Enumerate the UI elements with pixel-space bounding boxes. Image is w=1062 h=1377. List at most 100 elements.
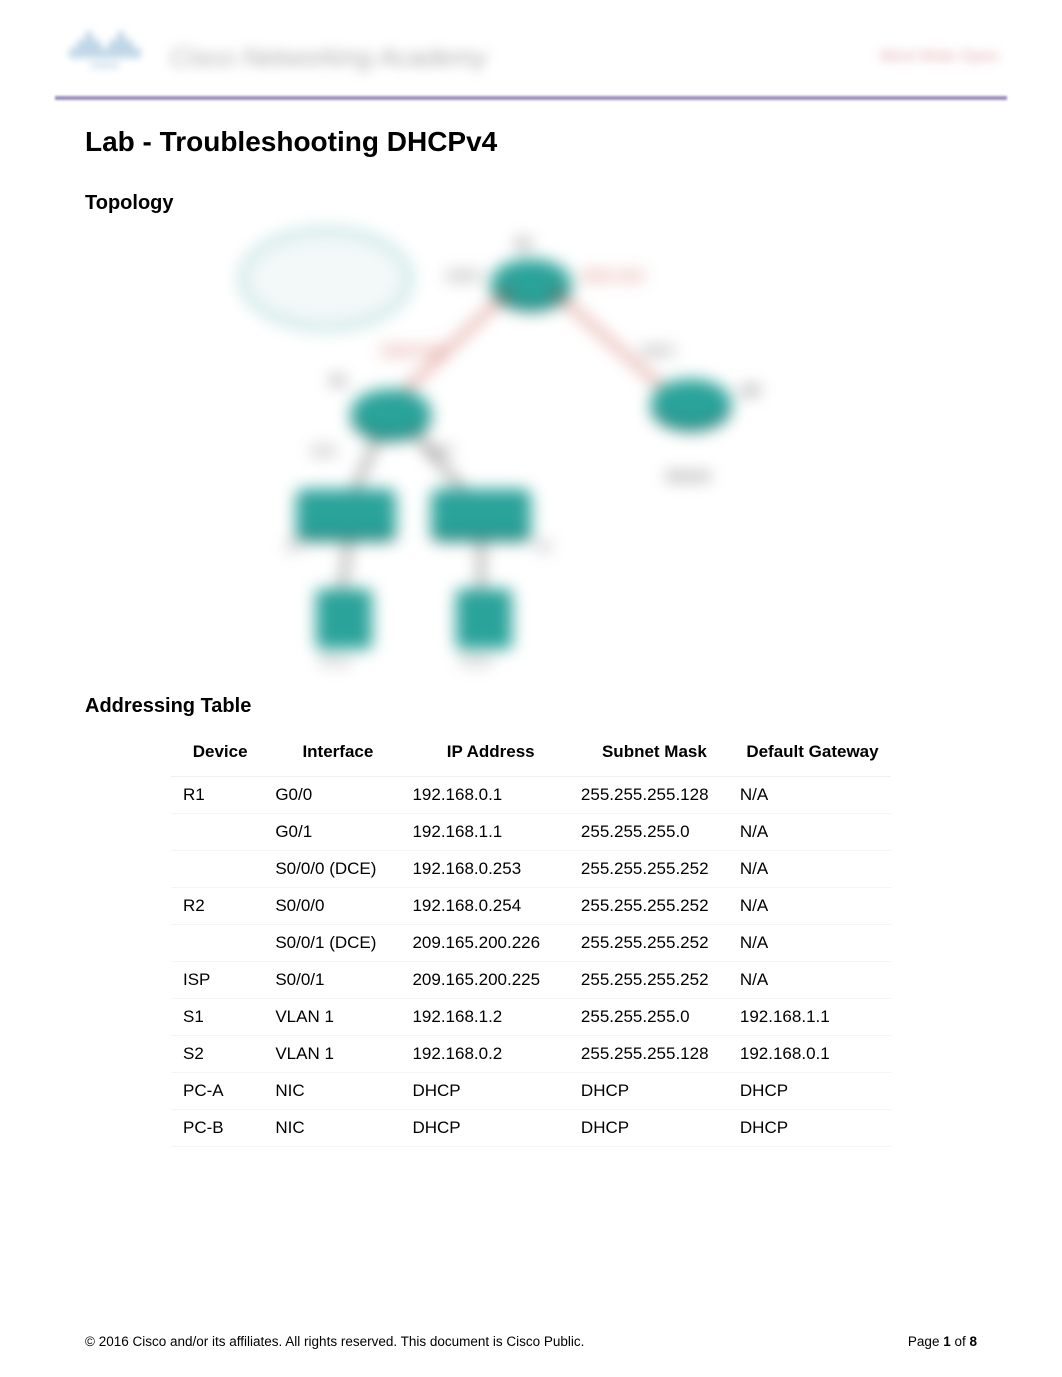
cell-mask: 255.255.255.0: [575, 814, 734, 851]
cell-gw: N/A: [734, 962, 891, 999]
switch-s1-icon: [296, 489, 396, 535]
cell-ip: 192.168.0.254: [406, 888, 574, 925]
cell-mask: 255.255.255.252: [575, 925, 734, 962]
cell-device: [171, 814, 269, 851]
table-row: S2 VLAN 1 192.168.0.2 255.255.255.128 19…: [171, 1036, 891, 1073]
footer-page-current: 1: [943, 1334, 951, 1349]
section-topology-heading: Topology: [85, 192, 977, 215]
switch-s2-icon: [431, 489, 531, 535]
table-row: G0/1 192.168.1.1 255.255.255.0 N/A: [171, 814, 891, 851]
cell-device: [171, 851, 269, 888]
label-r1: R1: [331, 374, 346, 388]
cisco-logo-text: cisco: [65, 60, 145, 70]
label-isp: ISP: [741, 384, 760, 398]
cell-iface: NIC: [269, 1110, 406, 1147]
addressing-table: Device Interface IP Address Subnet Mask …: [171, 732, 891, 1147]
footer-copyright: © 2016 Cisco and/or its affiliates. All …: [85, 1334, 584, 1349]
page-header: cisco Cisco Networking Academy Mind Wide…: [55, 30, 1007, 92]
cell-gw: N/A: [734, 925, 891, 962]
cell-device: ISP: [171, 962, 269, 999]
cell-gw: 192.168.1.1: [734, 999, 891, 1036]
cell-device: R1: [171, 777, 269, 814]
cell-iface: NIC: [269, 1073, 406, 1110]
table-row: R1 G0/0 192.168.0.1 255.255.255.128 N/A: [171, 777, 891, 814]
header-tagline: Mind Wide Open: [880, 48, 999, 66]
cell-gw: N/A: [734, 888, 891, 925]
page-title: Lab - Troubleshooting DHCPv4: [85, 126, 977, 158]
table-row: PC-B NIC DHCP DHCP DHCP: [171, 1110, 891, 1147]
table-header-row: Device Interface IP Address Subnet Mask …: [171, 732, 891, 777]
table-row: ISP S0/0/1 209.165.200.225 255.255.255.2…: [171, 962, 891, 999]
page-footer: © 2016 Cisco and/or its affiliates. All …: [85, 1334, 977, 1349]
footer-page-indicator: Page 1 of 8: [908, 1334, 977, 1349]
label-internet: Internet: [666, 469, 710, 483]
col-gateway: Default Gateway: [734, 732, 891, 777]
label-g01: G0/1: [311, 444, 337, 458]
label-s001: S0/0/1: [641, 344, 676, 358]
router-r1-icon: [351, 389, 431, 435]
cell-iface: G0/0: [269, 777, 406, 814]
col-device: Device: [171, 732, 269, 777]
label-s1: S1: [286, 539, 301, 553]
router-isp-icon: [651, 379, 731, 425]
cell-iface: S0/0/0: [269, 888, 406, 925]
label-r2: R2: [516, 237, 531, 251]
cell-gw: DHCP: [734, 1110, 891, 1147]
cisco-logo: cisco: [65, 30, 145, 85]
cell-iface: G0/1: [269, 814, 406, 851]
cell-gw: N/A: [734, 851, 891, 888]
cell-device: R2: [171, 888, 269, 925]
cell-device: S1: [171, 999, 269, 1036]
cell-mask: 255.255.255.128: [575, 1036, 734, 1073]
cell-ip: DHCP: [406, 1073, 574, 1110]
cell-ip: 209.165.200.225: [406, 962, 574, 999]
topology-figure: S0/0/0 S0/0/1 DCE S0/0/0 DCE S0/0/1 G0/1: [85, 229, 977, 669]
header-divider: [55, 96, 1007, 100]
section-addressing-heading: Addressing Table: [85, 695, 977, 718]
cell-gw: N/A: [734, 777, 891, 814]
label-s000dce: S0/0/0 DCE: [381, 344, 444, 358]
cell-mask: 255.255.255.128: [575, 777, 734, 814]
cell-device: PC-A: [171, 1073, 269, 1110]
cell-mask: 255.255.255.0: [575, 999, 734, 1036]
cell-iface: VLAN 1: [269, 999, 406, 1036]
label-s2: S2: [536, 539, 551, 553]
cell-ip: 192.168.0.1: [406, 777, 574, 814]
table-row: S1 VLAN 1 192.168.1.2 255.255.255.0 192.…: [171, 999, 891, 1036]
cell-ip: DHCP: [406, 1110, 574, 1147]
cell-ip: 209.165.200.226: [406, 925, 574, 962]
cell-ip: 192.168.0.253: [406, 851, 574, 888]
footer-page-pre: Page: [908, 1334, 943, 1349]
pc-b-icon: [456, 589, 512, 649]
col-interface: Interface: [269, 732, 406, 777]
label-g00: G0/0: [426, 444, 452, 458]
cell-ip: 192.168.1.2: [406, 999, 574, 1036]
footer-page-mid: of: [951, 1334, 970, 1349]
table-row: R2 S0/0/0 192.168.0.254 255.255.255.252 …: [171, 888, 891, 925]
footer-page-total: 8: [969, 1334, 977, 1349]
cell-mask: 255.255.255.252: [575, 888, 734, 925]
cell-mask: 255.255.255.252: [575, 851, 734, 888]
table-row: PC-A NIC DHCP DHCP DHCP: [171, 1073, 891, 1110]
cell-device: S2: [171, 1036, 269, 1073]
label-pca: PC-A: [321, 654, 350, 668]
cell-gw: 192.168.0.1: [734, 1036, 891, 1073]
cell-mask: 255.255.255.252: [575, 962, 734, 999]
col-mask: Subnet Mask: [575, 732, 734, 777]
header-academy-text: Cisco Networking Academy: [170, 42, 487, 73]
cell-iface: VLAN 1: [269, 1036, 406, 1073]
cell-ip: 192.168.1.1: [406, 814, 574, 851]
cell-iface: S0/0/1 (DCE): [269, 925, 406, 962]
topology-diagram: S0/0/0 S0/0/1 DCE S0/0/0 DCE S0/0/1 G0/1: [241, 229, 821, 669]
cell-gw: N/A: [734, 814, 891, 851]
col-ip: IP Address: [406, 732, 574, 777]
pc-a-icon: [316, 589, 372, 649]
table-row: S0/0/1 (DCE) 209.165.200.226 255.255.255…: [171, 925, 891, 962]
cell-device: PC-B: [171, 1110, 269, 1147]
label-pcb: PC-B: [461, 654, 490, 668]
cell-iface: S0/0/1: [269, 962, 406, 999]
cell-gw: DHCP: [734, 1073, 891, 1110]
cell-mask: DHCP: [575, 1110, 734, 1147]
cell-iface: S0/0/0 (DCE): [269, 851, 406, 888]
table-row: S0/0/0 (DCE) 192.168.0.253 255.255.255.2…: [171, 851, 891, 888]
